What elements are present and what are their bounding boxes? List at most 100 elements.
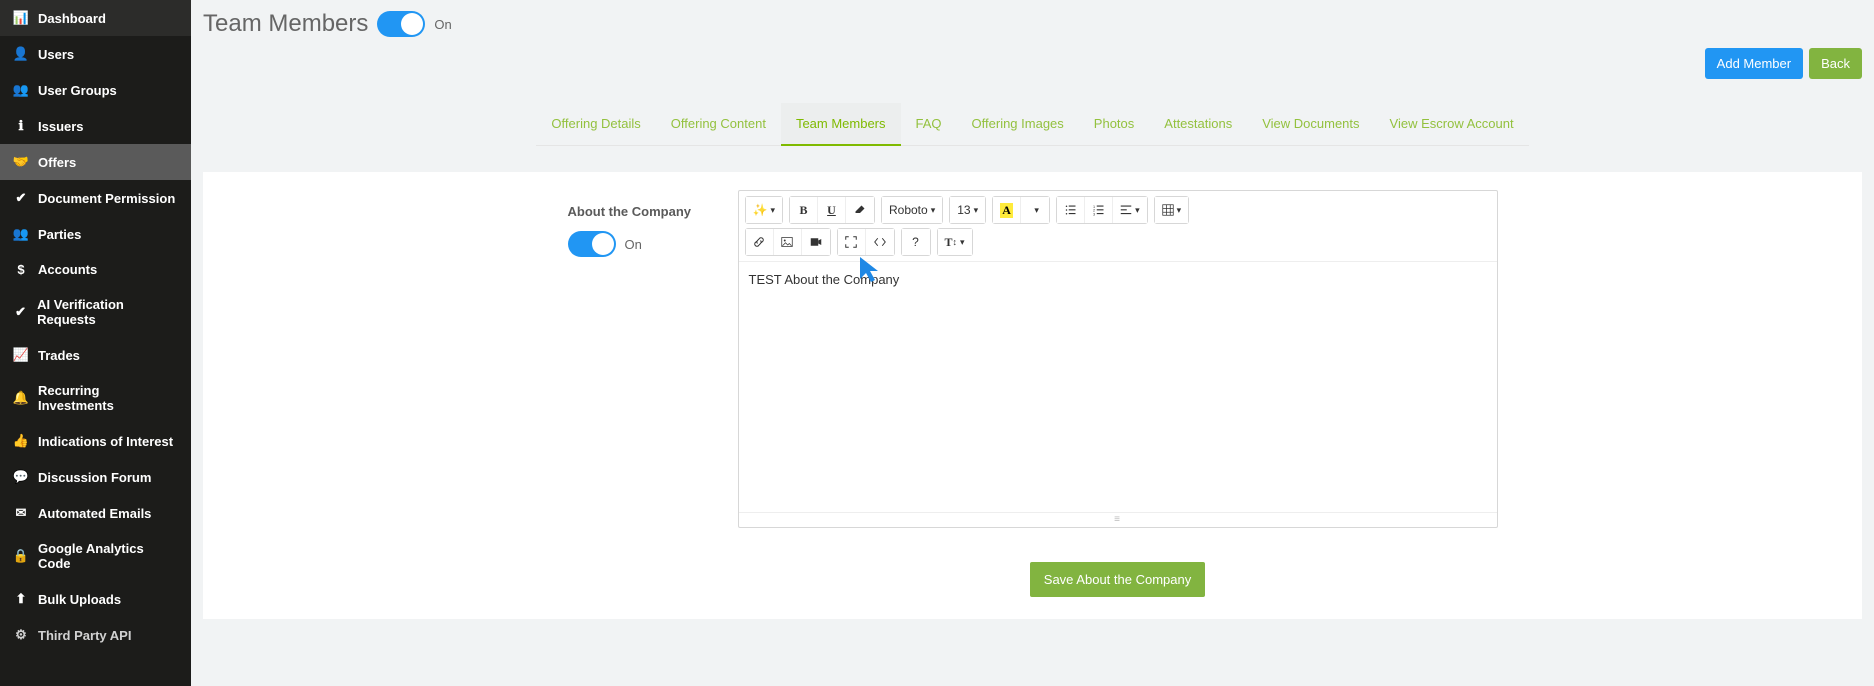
sidebar-item-bulk-uploads[interactable]: ⬆ Bulk Uploads	[0, 581, 191, 617]
sidebar-item-label: Google Analytics Code	[38, 541, 177, 571]
sidebar-item-label: Parties	[38, 227, 81, 242]
sidebar-item-dashboard[interactable]: 📊 Dashboard	[0, 0, 191, 36]
sidebar-item-label: Accounts	[38, 262, 97, 277]
tab-faq[interactable]: FAQ	[901, 103, 957, 146]
sidebar-item-parties[interactable]: 👥 Parties	[0, 216, 191, 252]
sidebar-item-recurring-investments[interactable]: 🔔 Recurring Investments	[0, 373, 191, 423]
ol-button[interactable]: 123	[1085, 197, 1113, 223]
expand-icon	[845, 236, 857, 248]
tab-offering-details[interactable]: Offering Details	[536, 103, 655, 146]
tabs: Offering Details Offering Content Team M…	[203, 97, 1862, 146]
save-about-company-button[interactable]: Save About the Company	[1030, 562, 1205, 597]
rich-text-editor: ✨▾ B U Roboto▾ 13▾ A ▾	[738, 190, 1498, 528]
sidebar-item-offers[interactable]: 🤝 Offers	[0, 144, 191, 180]
sidebar-item-label: AI Verification Requests	[37, 297, 177, 327]
dollar-icon: $	[14, 262, 28, 277]
magic-button[interactable]: ✨▾	[746, 197, 782, 223]
team-members-toggle[interactable]	[377, 11, 425, 37]
tab-team-members[interactable]: Team Members	[781, 103, 901, 146]
tab-attestations[interactable]: Attestations	[1149, 103, 1247, 146]
table-icon	[1162, 204, 1174, 216]
ul-icon	[1065, 204, 1077, 216]
sidebar-item-label: Dashboard	[38, 11, 106, 26]
team-members-toggle-label: On	[434, 17, 451, 32]
sidebar-item-indications-of-interest[interactable]: 👍 Indications of Interest	[0, 423, 191, 459]
comment-icon: 💬	[14, 469, 28, 485]
font-family-value: Roboto	[889, 203, 928, 217]
sidebar-item-label: Trades	[38, 348, 80, 363]
sidebar-item-google-analytics[interactable]: 🔒 Google Analytics Code	[0, 531, 191, 581]
about-company-toggle[interactable]	[568, 231, 616, 257]
font-color-button[interactable]: A	[993, 197, 1021, 223]
bell-icon: 🔔	[14, 390, 28, 406]
sidebar-item-label: User Groups	[38, 83, 117, 98]
sidebar-item-ai-verification[interactable]: ✔ AI Verification Requests	[0, 287, 191, 337]
top-actions: Add Member Back	[203, 48, 1862, 97]
svg-text:3: 3	[1093, 212, 1095, 216]
section-title: About the Company	[568, 204, 738, 219]
table-button[interactable]: ▾	[1155, 197, 1189, 223]
editor-textarea[interactable]: TEST About the Company	[739, 262, 1497, 512]
font-color-dropdown[interactable]: ▾	[1021, 197, 1049, 223]
sidebar-item-discussion-forum[interactable]: 💬Discussion Forum	[0, 459, 191, 495]
resize-handle[interactable]: ≡	[739, 512, 1497, 527]
sidebar-item-label: Document Permission	[38, 191, 175, 206]
back-button[interactable]: Back	[1809, 48, 1862, 79]
align-icon	[1120, 204, 1132, 216]
add-member-button[interactable]: Add Member	[1705, 48, 1803, 79]
ol-icon: 123	[1093, 204, 1105, 216]
about-company-toggle-label: On	[625, 237, 642, 252]
sidebar-item-label: Offers	[38, 155, 76, 170]
dashboard-icon: 📊	[14, 10, 28, 26]
font-family-select[interactable]: Roboto▾	[882, 197, 942, 223]
lock-icon: 🔒	[14, 548, 28, 564]
tab-view-documents[interactable]: View Documents	[1247, 103, 1374, 146]
editor-content: TEST About the Company	[749, 272, 900, 287]
sidebar: 📊Dashboard 👤Users 👥User Groups ℹIssuers …	[0, 0, 191, 686]
user-icon: 👤	[14, 46, 28, 62]
sidebar-item-issuers[interactable]: ℹIssuers	[0, 108, 191, 144]
sidebar-item-label: Bulk Uploads	[38, 592, 121, 607]
image-icon	[781, 236, 793, 248]
codeview-button[interactable]	[866, 229, 894, 255]
ul-button[interactable]	[1057, 197, 1085, 223]
font-size-select[interactable]: 13▾	[950, 197, 985, 223]
heading-button[interactable]: T↕▾	[938, 229, 972, 255]
sidebar-item-third-party-api[interactable]: ⚙ Third Party API	[0, 617, 191, 653]
sidebar-item-label: Third Party API	[38, 628, 131, 643]
video-button[interactable]	[802, 229, 830, 255]
tab-view-escrow-account[interactable]: View Escrow Account	[1375, 103, 1529, 146]
check-icon: ✔	[14, 190, 28, 206]
help-button[interactable]: ?	[902, 229, 930, 255]
info-icon: ℹ	[14, 118, 28, 134]
thumb-icon: 👍	[14, 433, 28, 449]
fullscreen-button[interactable]	[838, 229, 866, 255]
sidebar-item-label: Users	[38, 47, 74, 62]
align-button[interactable]: ▾	[1113, 197, 1147, 223]
eraser-icon	[854, 204, 866, 216]
gear-icon: ⚙	[14, 627, 28, 643]
tab-offering-content[interactable]: Offering Content	[656, 103, 781, 146]
sidebar-item-accounts[interactable]: $ Accounts	[0, 252, 191, 287]
link-icon	[753, 236, 765, 248]
handshake-icon: 🤝	[14, 154, 28, 170]
tab-offering-images[interactable]: Offering Images	[957, 103, 1079, 146]
bold-button[interactable]: B	[790, 197, 818, 223]
underline-button[interactable]: U	[818, 197, 846, 223]
sidebar-item-label: Recurring Investments	[38, 383, 177, 413]
sidebar-item-user-groups[interactable]: 👥User Groups	[0, 72, 191, 108]
upload-icon: ⬆	[14, 591, 28, 607]
sidebar-item-users[interactable]: 👤 Users	[0, 36, 191, 72]
link-button[interactable]	[746, 229, 774, 255]
image-button[interactable]	[774, 229, 802, 255]
group-icon: 👥	[14, 226, 28, 242]
sidebar-item-trades[interactable]: 📈Trades	[0, 337, 191, 373]
erase-button[interactable]	[846, 197, 874, 223]
sidebar-item-automated-emails[interactable]: ✉Automated Emails	[0, 495, 191, 531]
page-header: Team Members On	[203, 0, 1862, 50]
font-size-value: 13	[957, 203, 970, 217]
tab-photos[interactable]: Photos	[1079, 103, 1149, 146]
check-icon: ✔	[14, 304, 27, 320]
sidebar-item-document-permission[interactable]: ✔ Document Permission	[0, 180, 191, 216]
sidebar-item-label: Indications of Interest	[38, 434, 173, 449]
